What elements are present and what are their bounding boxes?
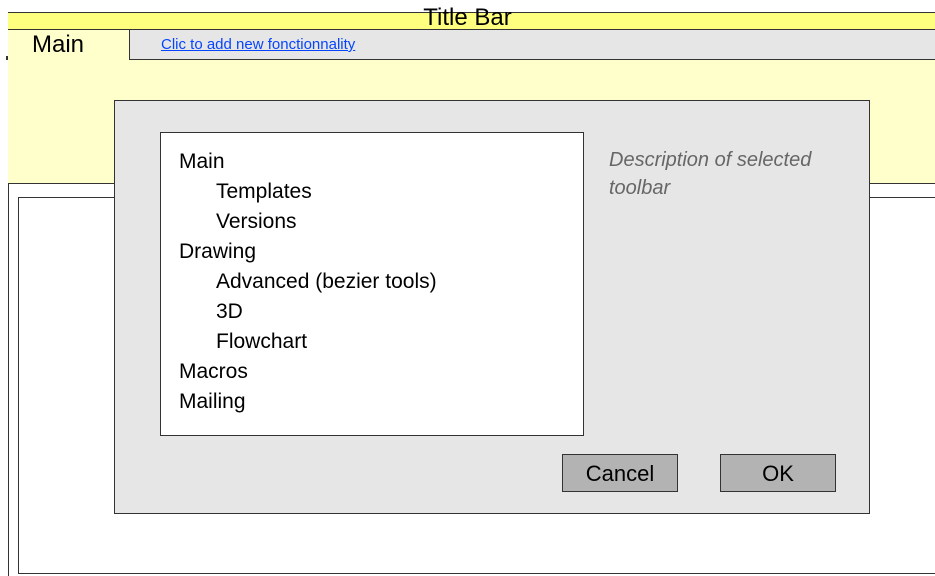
toolbar-selection-dialog: Main Templates Versions Drawing Advanced (be… — [114, 100, 870, 514]
toolbar-tree[interactable]: Main Templates Versions Drawing Advanced (be… — [160, 132, 584, 436]
cancel-button[interactable]: Cancel — [562, 454, 678, 492]
toolbar-description: Description of selected toolbar — [609, 149, 812, 199]
tree-item[interactable]: Versions — [161, 207, 583, 237]
tree-item[interactable]: Macros — [161, 357, 583, 387]
tab-main[interactable]: Main — [8, 29, 130, 61]
tree-item[interactable]: 3D — [161, 297, 583, 327]
window-title: Title Bar — [423, 4, 512, 31]
tab-strip — [8, 29, 935, 60]
tree-item[interactable]: Flowchart — [161, 327, 583, 357]
tree-item[interactable]: Advanced (bezier tools) — [161, 267, 583, 297]
tree-item[interactable]: Main — [161, 147, 583, 177]
tree-item[interactable]: Templates — [161, 177, 583, 207]
ok-button[interactable]: OK — [720, 454, 836, 492]
tree-item[interactable]: Drawing — [161, 237, 583, 267]
app-window: Title Bar Main Clic to add new fonctionn… — [0, 0, 935, 576]
tree-item[interactable]: Mailing — [161, 387, 583, 417]
add-functionality-link[interactable]: Clic to add new fonctionnality — [161, 36, 355, 53]
